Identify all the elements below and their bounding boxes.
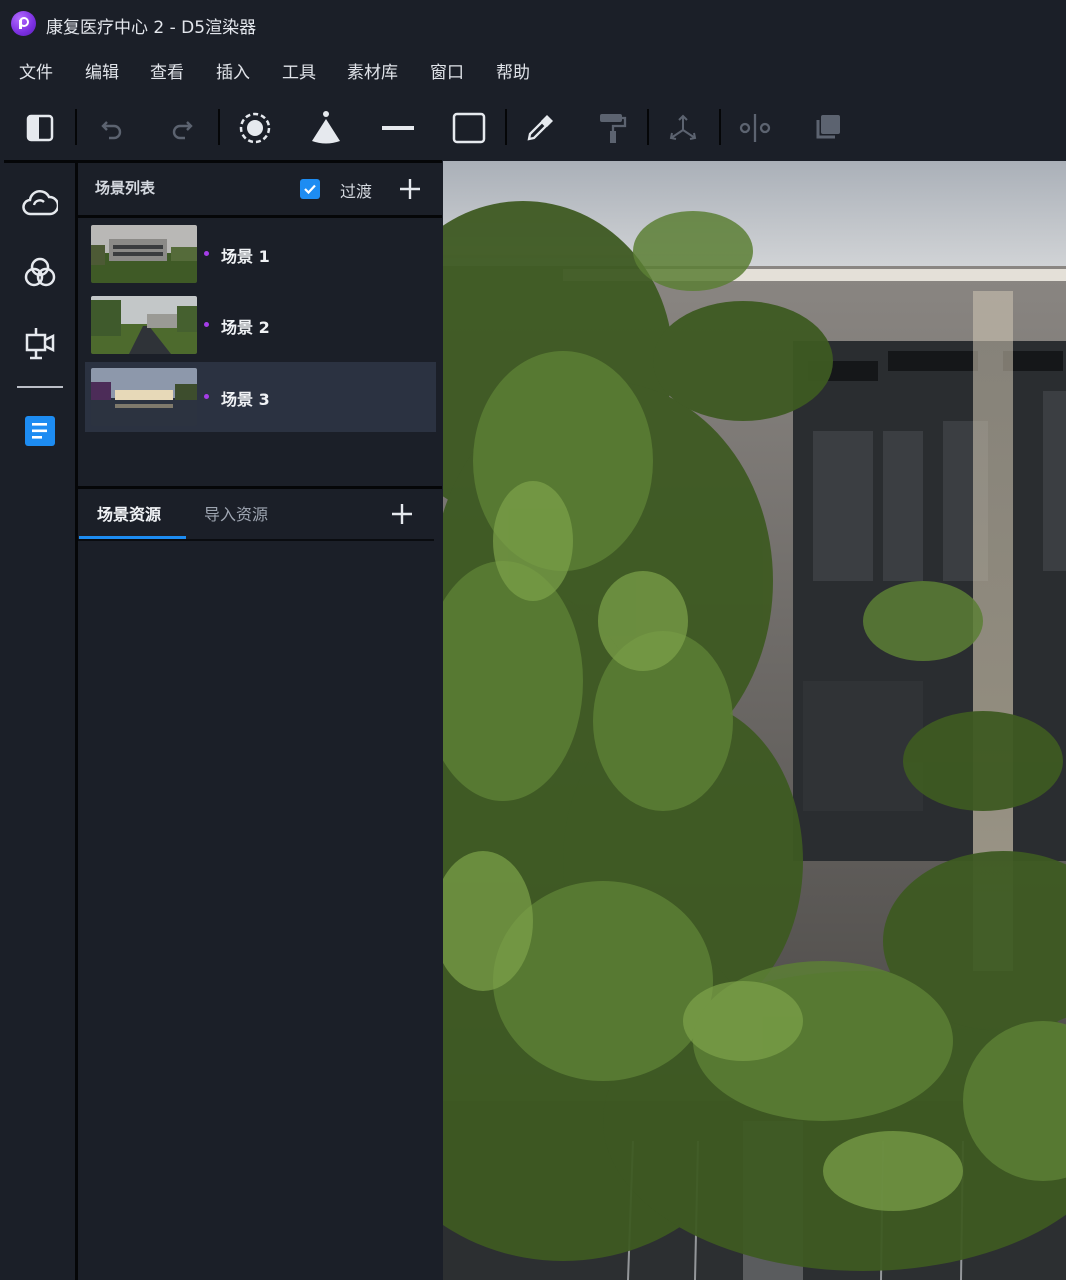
paint-roller-icon bbox=[600, 114, 627, 143]
plus-icon bbox=[392, 504, 412, 524]
duplicate-button[interactable] bbox=[807, 108, 847, 148]
scene-item-selected[interactable]: 场景 3 bbox=[85, 362, 436, 432]
spot-light-button[interactable] bbox=[306, 108, 346, 148]
d5-logo-icon bbox=[11, 11, 36, 36]
menu-help[interactable]: 帮助 bbox=[496, 58, 530, 83]
title-bar: 康复医疗中心 2 - D5渲染器 bbox=[0, 0, 1066, 48]
paint-roller-button[interactable] bbox=[592, 108, 632, 148]
toolbar-separator bbox=[647, 109, 649, 145]
toolbar bbox=[0, 96, 1066, 160]
transform-axis-icon bbox=[669, 114, 697, 140]
undo-button[interactable] bbox=[92, 108, 132, 148]
toolbar-separator bbox=[719, 109, 721, 145]
menu-library[interactable]: 素材库 bbox=[347, 58, 398, 83]
tab-imported-assets[interactable]: 导入资源 bbox=[204, 501, 268, 525]
scene-list-icon bbox=[25, 416, 55, 446]
sidebar-border bbox=[75, 163, 78, 1280]
environment-cloud-icon bbox=[22, 190, 58, 216]
scene-label: 场景 3 bbox=[221, 390, 270, 409]
menu-edit[interactable]: 编辑 bbox=[85, 58, 119, 83]
rect-light-icon bbox=[452, 112, 486, 144]
eyedropper-button[interactable] bbox=[520, 108, 560, 148]
checkmark-icon bbox=[304, 184, 316, 195]
scene-list-divider bbox=[78, 215, 442, 218]
scene-list-header: 场景列表 过渡 bbox=[78, 163, 442, 215]
assets-tabs: 场景资源 导入资源 bbox=[78, 489, 442, 541]
redo-icon bbox=[172, 121, 193, 140]
toolbar-separator bbox=[505, 109, 507, 145]
redo-button[interactable] bbox=[162, 108, 202, 148]
rect-light-button[interactable] bbox=[449, 108, 489, 148]
scene-list-title: 场景列表 bbox=[95, 179, 156, 197]
menu-insert[interactable]: 插入 bbox=[216, 58, 250, 83]
add-scene-button[interactable] bbox=[396, 171, 424, 207]
scene-thumbnail bbox=[91, 368, 197, 426]
duplicate-icon bbox=[816, 115, 840, 139]
toggle-panel-button[interactable] bbox=[20, 108, 60, 148]
point-light-button[interactable] bbox=[235, 108, 275, 148]
transform-axis-button[interactable] bbox=[663, 108, 703, 148]
menu-view[interactable]: 查看 bbox=[150, 58, 184, 83]
toggle-panel-icon bbox=[26, 114, 54, 142]
sidebar-item-camera[interactable] bbox=[15, 318, 65, 368]
scene-item[interactable]: 场景 1 bbox=[85, 219, 436, 289]
tabs-divider bbox=[78, 539, 434, 541]
scene-thumbnail bbox=[91, 225, 197, 283]
sidebar-item-materials[interactable] bbox=[15, 248, 65, 298]
toolbar-separator bbox=[75, 109, 77, 145]
sidebar-item-scene-list[interactable] bbox=[15, 406, 65, 456]
menu-window[interactable]: 窗口 bbox=[430, 58, 464, 83]
scene-item[interactable]: 场景 2 bbox=[85, 290, 436, 360]
undo-icon bbox=[101, 121, 122, 140]
sidebar-item-environment[interactable] bbox=[15, 178, 65, 228]
scene-label: 场景 2 bbox=[221, 318, 270, 337]
add-asset-button[interactable] bbox=[388, 498, 416, 530]
window-title: 康复医疗中心 2 - D5渲染器 bbox=[46, 18, 257, 38]
menu-bar: 文件 编辑 查看 插入 工具 素材库 窗口 帮助 bbox=[0, 48, 1066, 94]
scene-dot bbox=[204, 251, 209, 256]
strip-light-button[interactable] bbox=[378, 108, 418, 148]
transition-label: 过渡 bbox=[340, 182, 373, 201]
scene-dot bbox=[204, 394, 209, 399]
plus-icon bbox=[400, 179, 420, 199]
strip-light-icon bbox=[382, 126, 414, 130]
eyedropper-icon bbox=[527, 115, 553, 141]
materials-icon bbox=[24, 257, 56, 287]
menu-file[interactable]: 文件 bbox=[19, 58, 53, 83]
scene-dot bbox=[204, 322, 209, 327]
menu-tools[interactable]: 工具 bbox=[282, 58, 316, 83]
toolbar-separator bbox=[218, 109, 220, 145]
render-viewport[interactable] bbox=[443, 161, 1066, 1280]
point-light-icon bbox=[239, 112, 271, 144]
camera-icon bbox=[25, 328, 55, 360]
align-button[interactable] bbox=[735, 108, 775, 148]
spot-light-icon bbox=[312, 111, 340, 144]
scene-thumbnail bbox=[91, 296, 197, 354]
tab-scene-assets[interactable]: 场景资源 bbox=[97, 501, 161, 525]
sidebar-divider bbox=[17, 386, 63, 388]
align-icon bbox=[739, 114, 771, 142]
scene-label: 场景 1 bbox=[221, 247, 270, 266]
transition-checkbox[interactable] bbox=[300, 179, 320, 199]
